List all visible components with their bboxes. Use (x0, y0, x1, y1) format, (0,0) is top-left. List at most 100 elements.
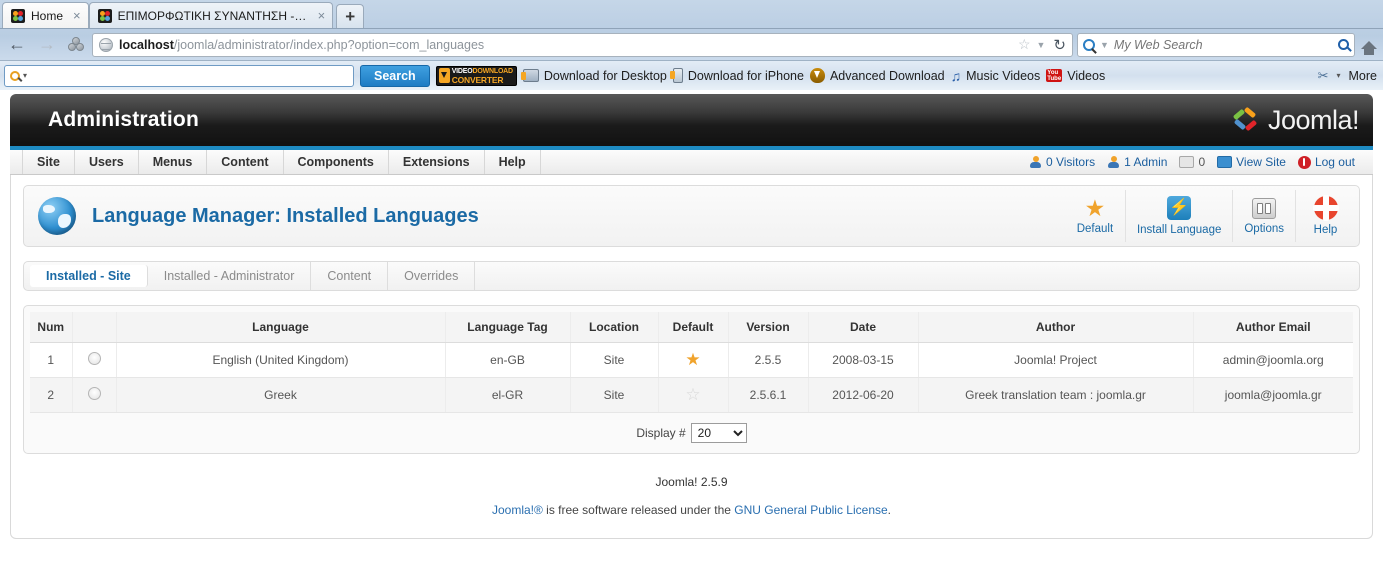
col-author-email[interactable]: Author Email (1193, 312, 1353, 343)
menu-item-components[interactable]: Components (284, 150, 389, 174)
install-language-label: Install Language (1136, 224, 1222, 236)
browser-tab-epimorfotiki[interactable]: ΕΠΙΜΟΡΦΩΤΙΚΗ ΣΥΝΑΝΤΗΣΗ - Ad... × (88, 2, 334, 28)
col-author[interactable]: Author (918, 312, 1194, 343)
globe-icon (38, 197, 76, 235)
col-date[interactable]: Date (808, 312, 919, 343)
menu-item-help[interactable]: Help (485, 150, 541, 174)
menu-item-users[interactable]: Users (75, 150, 139, 174)
tab-overrides[interactable]: Overrides (388, 262, 476, 290)
logout-link[interactable]: Log out (1297, 155, 1355, 169)
chevron-down-icon[interactable]: ▼ (1100, 40, 1109, 50)
tab-installed-site[interactable]: Installed - Site (30, 265, 148, 287)
table-header-row: Num Language Language Tag Location Defau… (30, 312, 1353, 343)
menu-item-extensions[interactable]: Extensions (389, 150, 485, 174)
row-version: 2.5.6.1 (728, 377, 809, 413)
joomla-favicon-icon (11, 8, 25, 23)
addon-search-button[interactable]: Search (360, 64, 430, 87)
status-admins[interactable]: 1 Admin (1107, 155, 1167, 169)
addon-music-videos[interactable]: ♫ Music Videos (951, 69, 1041, 83)
close-icon[interactable]: × (314, 9, 326, 22)
search-icon (1083, 38, 1095, 51)
chevron-down-icon[interactable]: ▾ (1337, 71, 1341, 80)
help-button-label: Help (1313, 224, 1338, 236)
default-star-icon[interactable]: ☆ (685, 385, 700, 404)
new-tab-button[interactable]: + (336, 4, 365, 28)
chevron-down-icon[interactable]: ▾ (23, 71, 27, 80)
col-version[interactable]: Version (728, 312, 809, 343)
joomla-trademark[interactable]: Joomla!® (492, 503, 543, 517)
default-button[interactable]: ★ Default (1065, 190, 1125, 242)
install-language-button[interactable]: ⚡ Install Language (1124, 190, 1232, 242)
addon-search-box[interactable]: ▾ (4, 64, 354, 87)
addon-advanced-download[interactable]: Advanced Download (809, 68, 945, 83)
view-site-label: View Site (1236, 155, 1286, 169)
view-site-link[interactable]: View Site (1217, 155, 1286, 169)
joomla-version: Joomla! 2.5.9 (655, 475, 728, 489)
logout-label: Log out (1314, 155, 1355, 169)
table-row: 2 Greek el-GR Site ☆ 2.5.6.1 2012-06-20 … (30, 377, 1353, 413)
browser-tab-home[interactable]: Home × (2, 2, 89, 28)
sliders-icon (1252, 197, 1277, 219)
table-row: 1 English (United Kingdom) en-GB Site ★ … (30, 342, 1353, 378)
joomla-logo: Joomla! (1231, 105, 1373, 136)
row-radio[interactable] (87, 352, 101, 365)
display-limit-select[interactable]: 5101520253050100All (690, 423, 747, 443)
menu-item-site[interactable]: Site (22, 150, 75, 174)
addon-download-for-iphone[interactable]: Download for iPhone (669, 68, 804, 83)
col-language[interactable]: Language (116, 312, 446, 343)
page-title-card: Language Manager: Installed Languages ★ … (23, 185, 1360, 247)
page-footer: Joomla! 2.5.9 Joomla!® is free software … (23, 468, 1360, 524)
default-star-icon[interactable]: ★ (685, 350, 700, 369)
row-radio[interactable] (87, 387, 101, 400)
close-icon[interactable]: × (69, 9, 81, 22)
default-button-label: Default (1076, 223, 1114, 235)
browser-tab-title: ΕΠΙΜΟΡΦΩΤΙΚΗ ΣΥΝΑΝΤΗΣΗ - Ad... (117, 8, 308, 23)
menu-item-content[interactable]: Content (207, 150, 284, 174)
addon-search-input[interactable] (30, 68, 348, 83)
bookmark-star-icon[interactable]: ☆ (1018, 36, 1031, 53)
addon-videos[interactable]: You Tube Videos (1046, 69, 1105, 83)
row-language-tag: en-GB (445, 342, 571, 378)
video-download-converter-logo[interactable]: VIDEODOWNLOAD CONVERTER (435, 65, 517, 86)
chevron-down-icon[interactable]: ▼ (1037, 40, 1046, 50)
menu-item-menus[interactable]: Menus (139, 150, 208, 174)
reload-icon[interactable]: ↻ (1051, 36, 1068, 54)
web-search-input[interactable] (1113, 37, 1333, 52)
col-language-tag[interactable]: Language Tag (445, 312, 571, 343)
address-bar[interactable]: localhost/joomla/administrator/index.php… (92, 32, 1073, 57)
back-icon[interactable]: ← (4, 32, 30, 58)
home-icon[interactable] (1359, 32, 1379, 58)
col-num[interactable]: Num (30, 312, 73, 343)
tools-icon[interactable]: ✂ (1318, 68, 1329, 84)
addon-download-for-desktop[interactable]: Download for Desktop (520, 69, 667, 83)
status-visitors[interactable]: 0 Visitors (1029, 155, 1095, 169)
joomla-mark-icon (1231, 105, 1261, 135)
screen-icon (1217, 156, 1233, 168)
forward-icon[interactable]: → (34, 32, 60, 58)
tab-installed-administrator[interactable]: Installed - Administrator (148, 262, 312, 290)
browser-nav-row: ← → localhost/joomla/administrator/index… (0, 28, 1383, 60)
options-button[interactable]: Options (1232, 190, 1295, 242)
site-globe-icon (99, 37, 113, 52)
browser-tab-strip: Home × ΕΠΙΜΟΡΦΩΤΙΚΗ ΣΥΝΑΝΤΗΣΗ - Ad... × … (0, 0, 1383, 28)
display-limit-row: Display # 5101520253050100All (30, 423, 1353, 443)
col-default[interactable]: Default (658, 312, 729, 343)
row-num: 2 (30, 377, 73, 413)
person-icon (1029, 155, 1042, 169)
gpl-link[interactable]: GNU General Public License (734, 503, 887, 517)
help-button[interactable]: Help (1295, 190, 1355, 242)
row-default-cell: ☆ (658, 377, 729, 413)
addon-more-button[interactable]: More (1349, 69, 1377, 83)
display-limit-label: Display # (636, 426, 686, 440)
download-arrow-icon (438, 68, 450, 83)
addon-toolbar: ▾ Search VIDEODOWNLOAD CONVERTER Downloa… (0, 60, 1383, 90)
search-submit-icon[interactable] (1338, 39, 1349, 50)
vdc-line1b: DOWNLOAD (472, 67, 514, 75)
address-bar-url: localhost/joomla/administrator/index.php… (119, 38, 1012, 52)
tab-content[interactable]: Content (311, 262, 389, 290)
col-location[interactable]: Location (570, 312, 659, 343)
web-search-box[interactable]: ▼ (1077, 32, 1355, 57)
status-messages[interactable]: 0 (1179, 155, 1205, 169)
toolbar-blob-icon[interactable] (64, 32, 88, 58)
download-shield-icon (809, 68, 825, 83)
